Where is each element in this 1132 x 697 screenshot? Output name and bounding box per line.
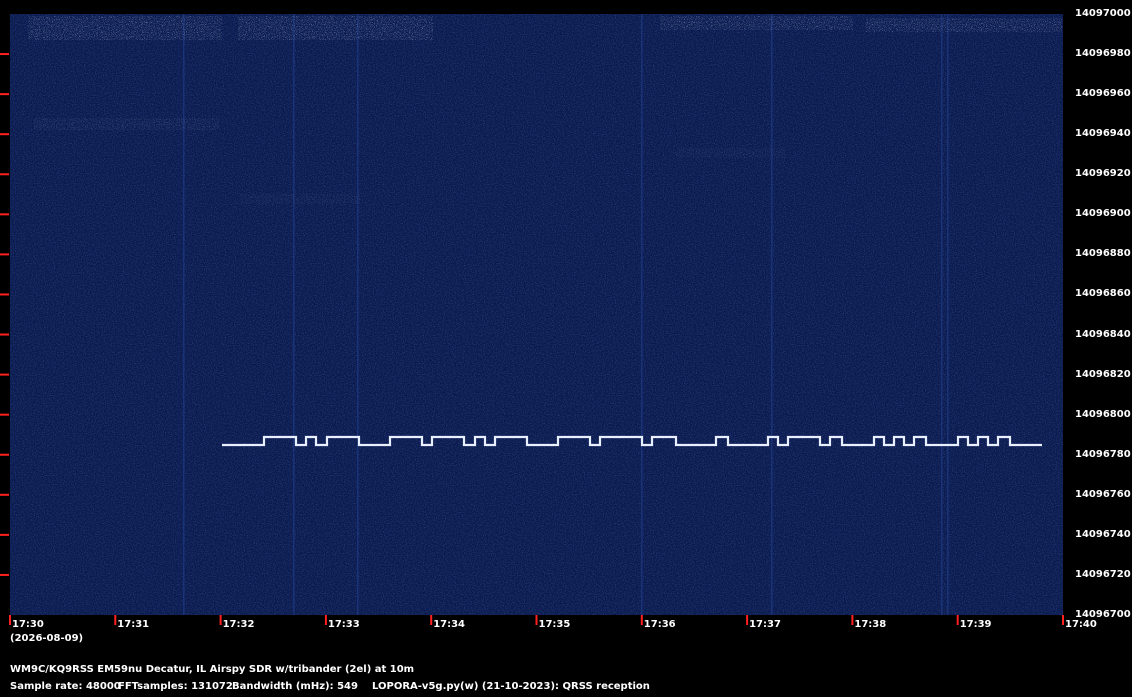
time-label: 17:39 <box>959 619 992 630</box>
fft-samples: FFTsamples: 131072 <box>118 681 233 692</box>
time-label: 17:38 <box>854 619 887 630</box>
station-info: WM9C/KQ9RSS EM59nu Decatur, IL Airspy SD… <box>10 664 415 675</box>
frequency-tick <box>0 453 9 456</box>
waterfall-spectrogram <box>0 14 1064 625</box>
interference-line <box>293 14 295 615</box>
frequency-label: 14096920 <box>1075 168 1131 180</box>
time-label: 17:37 <box>749 619 781 630</box>
time-tick <box>746 615 749 625</box>
time-label: 17:31 <box>117 619 150 630</box>
time-tick <box>430 615 433 625</box>
interference-line <box>183 14 185 615</box>
frequency-tick <box>0 533 9 536</box>
time-label: 17:30 <box>12 619 44 630</box>
frequency-tick <box>0 373 9 376</box>
time-label: 17:35 <box>538 619 571 630</box>
signal-burst <box>660 16 853 30</box>
time-ticks <box>9 615 1064 625</box>
frequency-ticks <box>0 53 9 576</box>
waterfall-plot <box>10 14 1063 615</box>
signal-burst <box>676 148 786 158</box>
time-tick <box>956 615 959 625</box>
time-tick <box>640 615 643 625</box>
frequency-label: 14096800 <box>1075 408 1131 420</box>
frequency-tick <box>0 93 9 96</box>
date-label: (2026-08-09) <box>10 633 84 644</box>
frequency-label: 14096840 <box>1075 328 1131 340</box>
time-label: 17:40 <box>1065 619 1097 630</box>
time-tick <box>219 615 222 625</box>
bandwidth: Bandwidth (mHz): 549 <box>232 681 358 692</box>
frequency-label: 14096900 <box>1075 208 1131 220</box>
time-tick <box>1062 615 1064 625</box>
frequency-tick <box>0 213 9 216</box>
signal-burst <box>28 16 222 40</box>
interference-line <box>771 14 773 615</box>
time-tick <box>324 615 327 625</box>
frequency-tick <box>0 53 9 56</box>
sample-rate: Sample rate: 48000 <box>10 681 121 692</box>
time-tick <box>114 615 117 625</box>
frequency-label: 14096720 <box>1075 568 1131 580</box>
frequency-label: 14096980 <box>1075 48 1131 60</box>
signal-burst <box>866 18 1062 32</box>
frequency-tick <box>0 133 9 136</box>
frequency-tick <box>0 173 9 176</box>
frequency-tick <box>0 253 9 256</box>
frequency-tick <box>0 293 9 296</box>
time-tick <box>535 615 538 625</box>
frequency-label: 14096740 <box>1075 528 1131 540</box>
software-version: LOPORA-v5g.py(w) (21-10-2023): QRSS rece… <box>372 681 650 692</box>
frequency-tick <box>0 573 9 576</box>
frequency-label: 14096880 <box>1075 248 1131 260</box>
signal-burst <box>240 194 360 204</box>
time-label: 17:33 <box>327 619 360 630</box>
waterfall-noise <box>10 14 1063 615</box>
time-label: 17:32 <box>222 619 255 630</box>
frequency-tick <box>0 333 9 336</box>
interference-line <box>641 14 643 615</box>
frequency-label: 14096820 <box>1075 368 1131 380</box>
time-tick <box>851 615 854 625</box>
interference-line <box>357 14 359 615</box>
frequency-tick <box>0 493 9 496</box>
frequency-label: 14096760 <box>1075 488 1131 500</box>
signal-burst <box>238 16 433 40</box>
frequency-label: 14096940 <box>1075 128 1131 140</box>
time-label: 17:34 <box>433 619 466 630</box>
frequency-label: 14096860 <box>1075 288 1131 300</box>
frequency-label: 14096780 <box>1075 448 1131 460</box>
time-tick <box>9 615 11 625</box>
frequency-label: 14096960 <box>1075 88 1131 100</box>
signal-burst <box>34 118 219 130</box>
interference-line <box>947 14 949 615</box>
time-label: 17:36 <box>643 619 676 630</box>
frequency-label: 14097000 <box>1075 8 1131 19</box>
interference-line <box>941 14 943 615</box>
frequency-tick <box>0 413 9 416</box>
